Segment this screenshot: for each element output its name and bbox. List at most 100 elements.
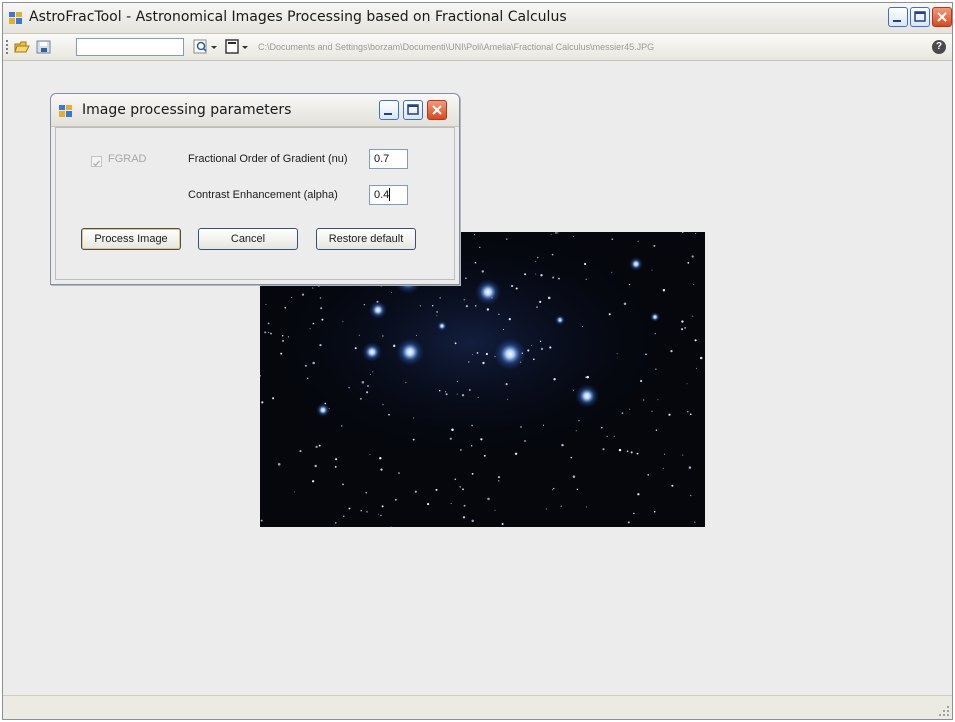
faint-star [520, 426, 522, 428]
toolbar-text-input[interactable] [76, 38, 184, 56]
faint-star [318, 444, 321, 447]
fgrad-checkbox[interactable] [91, 156, 102, 167]
faint-star [299, 450, 302, 453]
faint-star [312, 287, 314, 289]
faint-star [696, 367, 698, 369]
resize-grip-icon[interactable] [938, 705, 950, 717]
dialog-app-icon [59, 105, 72, 117]
faint-star [582, 325, 584, 327]
toolbar-grip[interactable] [6, 40, 8, 54]
save-icon[interactable] [35, 38, 53, 56]
faint-star [380, 468, 383, 471]
dialog-minimize-button[interactable] [379, 100, 399, 120]
minimize-icon [384, 113, 392, 115]
nu-input[interactable] [369, 149, 408, 169]
bright-star [369, 301, 387, 319]
faint-star [359, 397, 362, 400]
faint-star [267, 322, 270, 325]
faint-star [306, 377, 309, 380]
help-icon[interactable]: ? [932, 40, 946, 54]
faint-star [471, 424, 473, 427]
faint-star [463, 299, 465, 301]
faint-star [693, 283, 695, 285]
faint-star [471, 519, 474, 523]
faint-star [432, 305, 434, 307]
dialog-close-button[interactable] [427, 100, 447, 120]
dialog-maximize-button[interactable] [403, 100, 423, 120]
restore-default-button[interactable]: Restore default [316, 228, 416, 250]
faint-star [686, 383, 688, 385]
faint-star [542, 424, 545, 426]
faint-star [633, 512, 635, 515]
faint-star [334, 465, 337, 468]
faint-star [540, 347, 544, 351]
faint-star [281, 335, 284, 337]
faint-star [315, 445, 318, 449]
faint-star [531, 344, 532, 346]
bright-star [629, 257, 643, 271]
faint-star [535, 273, 537, 275]
faint-star [585, 376, 587, 378]
faint-star [449, 437, 452, 440]
faint-star [573, 389, 574, 391]
faint-star [575, 430, 577, 432]
faint-star [372, 371, 374, 373]
faint-star [319, 343, 322, 347]
faint-star [653, 510, 656, 513]
faint-star [366, 391, 369, 394]
faint-star [630, 451, 633, 454]
faint-star [550, 233, 552, 235]
faint-star [314, 464, 317, 468]
close-button[interactable] [932, 7, 952, 27]
faint-star [369, 454, 371, 456]
faint-star [474, 234, 476, 236]
faint-star [454, 342, 457, 345]
faint-star [456, 393, 458, 395]
faint-star [671, 484, 674, 487]
faint-star [532, 358, 535, 361]
faint-star [335, 522, 337, 524]
faint-star [616, 353, 618, 355]
file-path-label: C:\Documents and Settings\borzam\Documen… [258, 42, 655, 52]
faint-star [450, 503, 452, 505]
faint-star [320, 307, 323, 310]
faint-star [570, 456, 573, 459]
faint-star [341, 425, 343, 427]
open-folder-icon[interactable] [13, 38, 31, 56]
zoom-icon [193, 39, 217, 54]
faint-star [602, 448, 605, 451]
faint-star [388, 413, 390, 416]
faint-star [312, 361, 315, 365]
dialog-titlebar[interactable]: Image processing parameters [51, 94, 459, 127]
bright-star [362, 342, 382, 362]
faint-star [405, 382, 407, 384]
faint-star [324, 402, 327, 405]
faint-star [586, 506, 587, 508]
faint-star [414, 490, 417, 493]
faint-star [549, 346, 552, 349]
faint-star [506, 238, 508, 240]
faint-star [309, 328, 311, 330]
maximize-icon [914, 11, 926, 22]
faint-star [694, 521, 696, 523]
faint-star [670, 349, 673, 353]
minimize-button[interactable] [888, 7, 908, 27]
page-dropdown[interactable] [225, 38, 255, 56]
faint-star [365, 491, 368, 494]
cancel-button[interactable]: Cancel [198, 228, 298, 250]
faint-star [681, 320, 684, 323]
faint-star [328, 408, 330, 409]
zoom-dropdown[interactable] [193, 38, 223, 56]
faint-star [687, 262, 690, 264]
faint-star [680, 328, 684, 331]
faint-star [524, 273, 527, 276]
page-icon [225, 39, 248, 54]
main-titlebar[interactable]: AstroFracTool - Astronomical Images Proc… [3, 3, 952, 34]
faint-star [416, 334, 417, 336]
process-image-button[interactable]: Process Image [81, 228, 181, 250]
faint-star [626, 450, 629, 453]
maximize-button[interactable] [910, 7, 930, 27]
faint-star [472, 353, 474, 355]
faint-star [618, 448, 622, 452]
faint-star [699, 356, 703, 360]
